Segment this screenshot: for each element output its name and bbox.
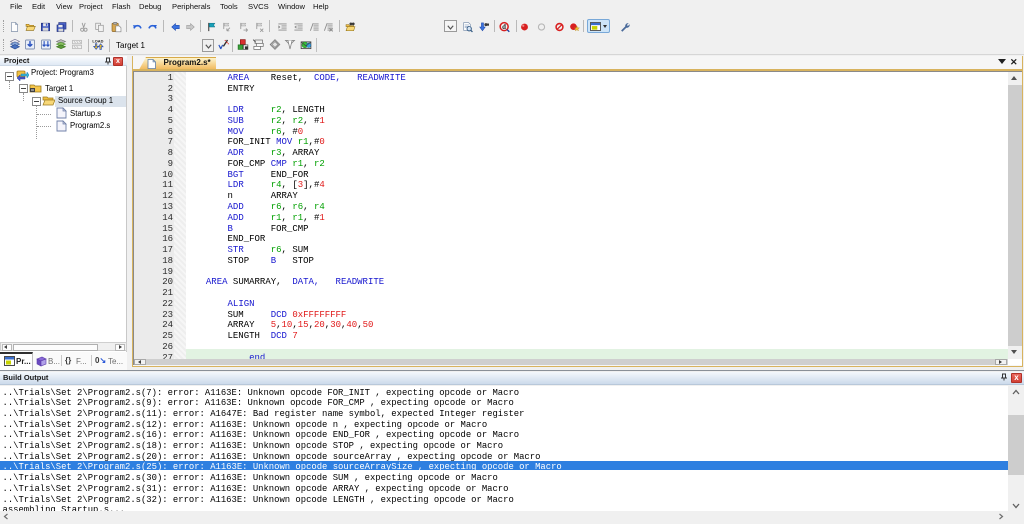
svg-text:d: d (502, 24, 506, 31)
svg-text:LOAD: LOAD (92, 39, 103, 44)
